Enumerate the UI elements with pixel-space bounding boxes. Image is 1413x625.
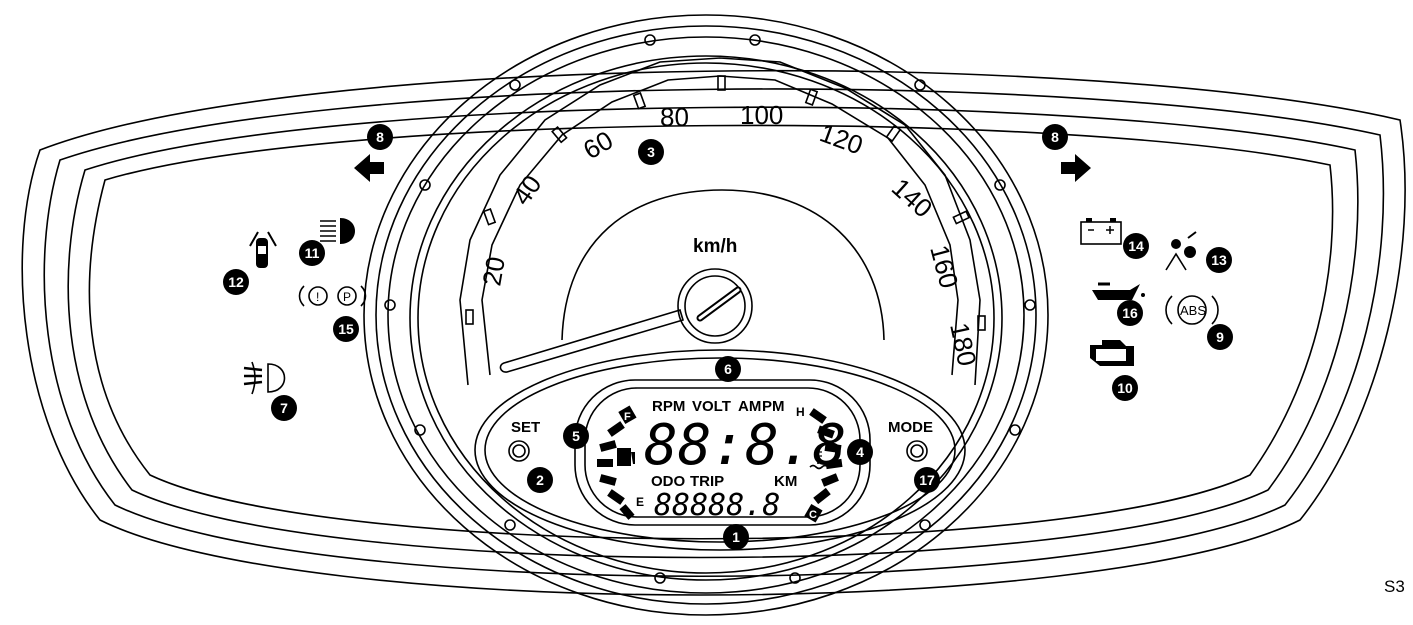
abs-text: ABS bbox=[1180, 303, 1206, 318]
temp-cold-marker: C bbox=[809, 509, 817, 521]
svg-text:3: 3 bbox=[647, 144, 655, 160]
fuel-empty-marker: E bbox=[636, 495, 644, 509]
callout-2: 2 bbox=[527, 467, 553, 493]
svg-text:17: 17 bbox=[919, 472, 935, 488]
svg-text:8: 8 bbox=[1051, 129, 1059, 145]
svg-text:10: 10 bbox=[1117, 380, 1133, 396]
mode-button[interactable] bbox=[906, 440, 928, 462]
svg-text:5: 5 bbox=[572, 428, 580, 444]
callout-17: 17 bbox=[914, 467, 940, 493]
callout-5: 5 bbox=[563, 423, 589, 449]
callout-4: 4 bbox=[847, 439, 873, 465]
figure-code: S3 bbox=[1384, 577, 1405, 596]
callout-8-right: 8 bbox=[1042, 124, 1068, 150]
turn-right-arrow-icon bbox=[1061, 154, 1091, 182]
callout-13: 13 bbox=[1206, 247, 1232, 273]
check-engine-icon bbox=[1090, 340, 1134, 366]
callout-14: 14 bbox=[1123, 233, 1149, 259]
oil-pressure-icon bbox=[1092, 282, 1145, 300]
scale-label-120: 120 bbox=[816, 117, 867, 160]
brake-parking-icon: ! P bbox=[298, 285, 367, 307]
high-beam-icon bbox=[320, 218, 355, 244]
turn-left-arrow-icon bbox=[354, 154, 384, 182]
svg-text:14: 14 bbox=[1128, 238, 1144, 254]
callout-12: 12 bbox=[223, 269, 249, 295]
scale-label-180: 180 bbox=[944, 320, 982, 369]
airbag-icon bbox=[1165, 231, 1197, 271]
scale-label-80: 80 bbox=[660, 102, 689, 132]
lcd-odo-digits: 88888.8 bbox=[654, 488, 780, 523]
svg-text:7: 7 bbox=[280, 400, 288, 416]
set-button-group[interactable]: SET bbox=[508, 419, 540, 462]
brake-warning-text: ! bbox=[316, 290, 319, 304]
scale-label-160: 160 bbox=[924, 242, 964, 292]
set-button[interactable] bbox=[508, 440, 530, 462]
mode-button-group[interactable]: MODE bbox=[888, 419, 933, 462]
svg-text:9: 9 bbox=[1216, 329, 1224, 345]
speed-needle bbox=[499, 309, 684, 373]
svg-text:6: 6 bbox=[724, 361, 732, 377]
set-button-label: SET bbox=[511, 419, 540, 436]
svg-text:12: 12 bbox=[228, 274, 244, 290]
callout-markers: 1 2 3 4 5 6 7 8 8 9 10 11 12 13 14 15 16… bbox=[223, 124, 1233, 550]
svg-text:13: 13 bbox=[1211, 252, 1227, 268]
lcd-display: RPM VOLT AM PM 88:8.8 ODO TRIP KM 88888.… bbox=[597, 398, 846, 523]
svg-text:4: 4 bbox=[856, 444, 864, 460]
callout-3: 3 bbox=[638, 139, 664, 165]
abs-icon: ABS bbox=[1165, 295, 1219, 325]
temp-hot-marker: H bbox=[796, 405, 805, 419]
parking-brake-text: P bbox=[343, 290, 351, 304]
scale-label-20: 20 bbox=[476, 254, 511, 288]
scale-label-40: 40 bbox=[506, 170, 547, 211]
callout-16: 16 bbox=[1117, 300, 1143, 326]
callout-6: 6 bbox=[715, 356, 741, 382]
svg-text:F: F bbox=[624, 411, 631, 423]
speed-scale-labels: 20 40 60 80 100 120 140 160 180 bbox=[476, 100, 982, 369]
unit-label: km/h bbox=[693, 236, 737, 257]
instrument-cluster: 20 40 60 80 100 120 140 160 180 km/h RPM… bbox=[21, 14, 1406, 616]
fuel-pump-icon bbox=[617, 448, 635, 466]
svg-text:16: 16 bbox=[1122, 305, 1138, 321]
callout-15: 15 bbox=[333, 316, 359, 342]
scale-label-100: 100 bbox=[740, 100, 783, 130]
svg-text:1: 1 bbox=[732, 529, 740, 545]
callout-7: 7 bbox=[271, 395, 297, 421]
svg-text:11: 11 bbox=[305, 245, 320, 261]
callout-9: 9 bbox=[1207, 324, 1233, 350]
callout-1: 1 bbox=[723, 524, 749, 550]
battery-icon bbox=[1080, 218, 1122, 245]
callout-10: 10 bbox=[1112, 375, 1138, 401]
svg-text:15: 15 bbox=[338, 321, 354, 337]
speedometer-hub: km/h bbox=[499, 189, 885, 373]
lcd-main-digits: 88:8.8 bbox=[644, 413, 846, 478]
fog-lamp-icon bbox=[243, 361, 286, 395]
callout-11: 11 bbox=[299, 240, 325, 266]
callout-8-left: 8 bbox=[367, 124, 393, 150]
svg-text:2: 2 bbox=[536, 472, 544, 488]
svg-text:8: 8 bbox=[376, 129, 384, 145]
door-open-icon bbox=[249, 231, 277, 268]
scale-label-60: 60 bbox=[578, 125, 618, 165]
mode-button-label: MODE bbox=[888, 419, 933, 436]
scale-label-140: 140 bbox=[886, 172, 938, 223]
